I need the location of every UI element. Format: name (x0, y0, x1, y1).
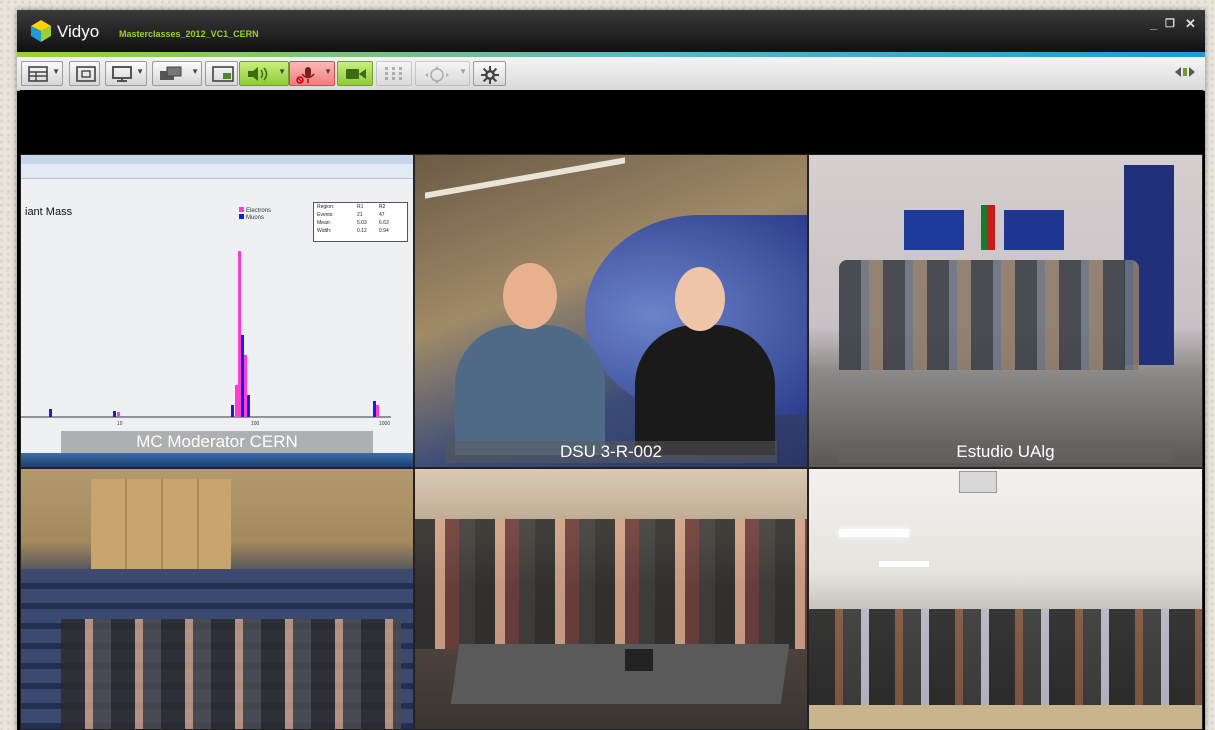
portugal-flag (981, 205, 995, 250)
desk (809, 705, 1202, 729)
eu-flag (904, 210, 964, 250)
participant-tile-moderator[interactable]: iant Mass Electrons Muons Region: R1 R2 Ev… (20, 154, 414, 468)
x-tick: 10 (117, 421, 123, 427)
meeting-name: Masterclasses_2012_VC1_CERN (119, 29, 259, 39)
group-of-students (839, 260, 1139, 370)
title-bar: Vidyo Masterclasses_2012_VC1_CERN _ ❐ ✕ (17, 10, 1205, 52)
students (415, 519, 807, 649)
legend-electrons: Electrons (239, 207, 271, 214)
vidyo-logo-icon (31, 20, 51, 42)
collapse-button[interactable] (1168, 61, 1200, 86)
toolbar: ▼ ▼ ▼ ▼ ▼ ▼ (17, 57, 1205, 91)
dialpad-icon (385, 67, 402, 80)
participant-name: MC Moderator CERN (61, 431, 373, 453)
video-top-band (20, 90, 1203, 154)
participant-name: DSU 3-R-002 (445, 441, 777, 463)
gear-icon (481, 66, 499, 84)
participant-tile-projector-room[interactable] (808, 468, 1203, 730)
microphone-button[interactable]: ▼ (289, 61, 335, 86)
participant-tile-dsu[interactable]: DSU 3-R-002 (414, 154, 808, 468)
participant-tile-classroom[interactable] (414, 468, 808, 730)
video-grid: iant Mass Electrons Muons Region: R1 R2 Ev… (20, 154, 1203, 730)
students (809, 609, 1202, 719)
person-head (503, 263, 557, 329)
chevron-down-icon: ▼ (136, 67, 144, 76)
restore-button[interactable]: ❐ (1165, 17, 1175, 30)
chevron-down-icon: ▼ (52, 67, 60, 76)
layout-button[interactable]: ▼ (21, 61, 63, 86)
person (455, 325, 605, 455)
chevron-down-icon: ▼ (459, 67, 467, 76)
students (61, 619, 401, 729)
microphone-muted-icon (296, 67, 315, 84)
speaker-button[interactable]: ▼ (239, 61, 289, 86)
camera-control-icon (425, 66, 449, 84)
plot-title: iant Mass (25, 206, 73, 218)
monitor-icon (112, 66, 132, 82)
histogram-plot (21, 251, 391, 418)
chevron-down-icon: ▼ (191, 67, 199, 76)
conference-camera (625, 649, 653, 671)
camera-icon (346, 69, 366, 79)
histogram-bars (49, 251, 379, 417)
fullscreen-button[interactable] (69, 61, 100, 86)
app-name: Vidyo (57, 22, 100, 41)
vidyo-window: Vidyo Masterclasses_2012_VC1_CERN _ ❐ ✕ … (17, 10, 1205, 730)
settings-button[interactable] (473, 61, 506, 86)
participant-tile-lecture-hall[interactable] (20, 468, 414, 730)
self-view-button[interactable] (205, 61, 238, 86)
display-button[interactable]: ▼ (105, 61, 147, 86)
close-button[interactable]: ✕ (1185, 16, 1196, 32)
participant-tile-ualg[interactable]: Estudio UAlg (808, 154, 1203, 468)
chevron-down-icon: ▼ (278, 67, 286, 76)
participant-name: Estudio UAlg (839, 441, 1172, 463)
projector (959, 471, 997, 493)
camera-control-button[interactable]: ▼ (415, 61, 470, 86)
shared-window-titlebar (21, 155, 413, 164)
desk (450, 644, 790, 704)
camera-button[interactable] (337, 61, 373, 86)
person-head (675, 267, 725, 331)
minimize-button[interactable]: _ (1150, 16, 1157, 31)
x-tick: 1000 (379, 421, 391, 427)
shared-window-menubar (21, 164, 413, 179)
person (635, 325, 775, 455)
x-tick: 100 (251, 421, 260, 427)
chevron-down-icon: ▼ (324, 67, 332, 76)
grid-layout-icon (28, 66, 48, 82)
share-button[interactable]: ▼ (152, 61, 202, 86)
self-view-icon (212, 66, 234, 82)
fullscreen-icon (76, 66, 96, 82)
speaker-icon (248, 67, 268, 81)
collapse-icon (1175, 67, 1195, 77)
ualg-flag (1004, 210, 1064, 250)
wall-panel (91, 479, 231, 569)
dialpad-button[interactable] (376, 61, 412, 86)
legend-muons: Muons (239, 214, 264, 221)
remote-taskbar (21, 453, 413, 467)
share-screen-icon (160, 66, 182, 80)
